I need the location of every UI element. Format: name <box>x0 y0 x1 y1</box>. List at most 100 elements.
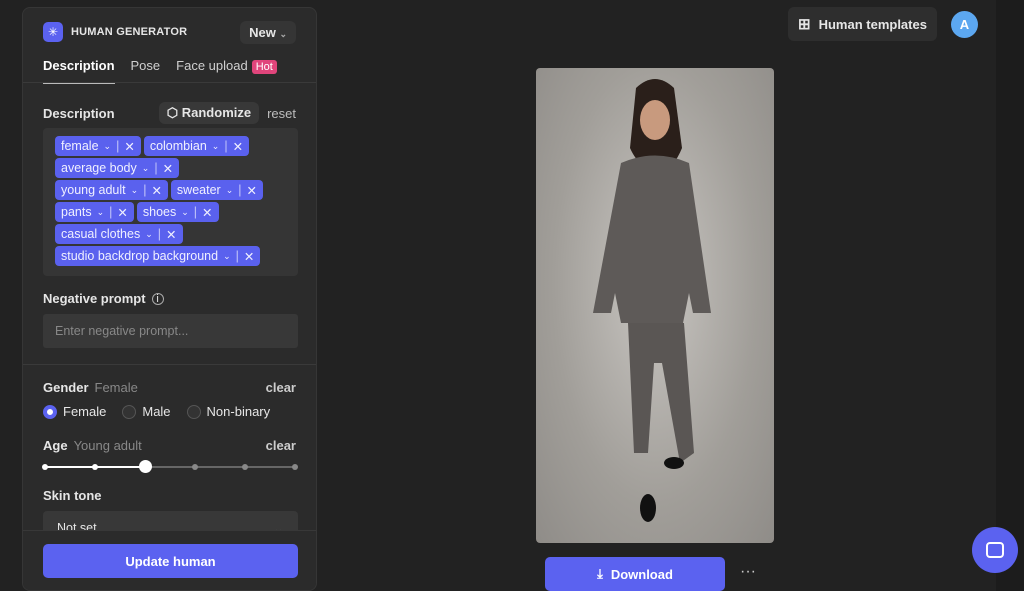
tag-chip[interactable]: colombian ⌄ | ✕ <box>143 136 250 156</box>
age-label: Age Young adult <box>43 438 142 453</box>
person-figure <box>593 79 711 522</box>
new-label: New <box>249 24 276 40</box>
chevron-down-icon: ⌄ <box>279 28 287 39</box>
hot-badge: Hot <box>251 60 277 74</box>
tag-chip[interactable]: sweater ⌄ | ✕ <box>170 180 263 200</box>
remove-tag-icon[interactable]: ✕ <box>163 161 173 176</box>
separator: | <box>143 183 147 197</box>
separator: | <box>238 183 242 197</box>
separator: | <box>157 227 162 241</box>
avatar[interactable]: A <box>951 11 978 38</box>
radio-male[interactable]: Male <box>122 404 171 419</box>
gender-clear-button[interactable]: clear <box>266 380 296 395</box>
separator: | <box>109 205 113 219</box>
generated-human-image <box>536 68 774 543</box>
slider-stop[interactable] <box>242 464 248 470</box>
separator: | <box>154 161 158 175</box>
remove-tag-icon[interactable]: ✕ <box>124 139 134 154</box>
tag-chip[interactable]: casual clothes ⌄ | ✕ <box>55 224 183 244</box>
app-title: HUMAN GENERATOR <box>71 26 188 38</box>
tag-chip[interactable]: shoes ⌄ | ✕ <box>136 202 219 222</box>
chevron-down-icon[interactable]: ⌄ <box>212 141 220 152</box>
download-button[interactable]: ⤓ Download <box>545 557 725 591</box>
tab-face-upload-label: Face upload <box>176 58 248 73</box>
tag-label: casual clothes <box>61 227 141 241</box>
chevron-down-icon[interactable]: ⌄ <box>131 185 139 196</box>
randomize-label: Randomize <box>181 105 252 120</box>
chevron-down-icon[interactable]: ⌄ <box>104 141 112 152</box>
age-value: Young adult <box>73 438 142 453</box>
tag-label: colombian <box>149 139 207 153</box>
tab-description[interactable]: Description <box>43 58 115 84</box>
reset-button[interactable]: reset <box>267 106 296 121</box>
description-label: Description <box>43 105 115 121</box>
download-icon: ⤓ <box>597 566 603 581</box>
negative-prompt-input[interactable]: Enter negative prompt... <box>43 314 298 348</box>
radio-dot <box>186 404 201 419</box>
separator: | <box>224 139 228 153</box>
more-options-button[interactable]: ··· <box>740 563 756 581</box>
slider-stop[interactable] <box>92 464 98 470</box>
age-slider[interactable] <box>42 460 298 473</box>
remove-tag-icon[interactable]: ✕ <box>117 205 127 220</box>
tag-label: average body <box>61 161 137 175</box>
tag-chip[interactable]: female ⌄ | ✕ <box>55 136 141 156</box>
tag-chip[interactable]: studio backdrop background ⌄ | ✕ <box>55 246 261 266</box>
slider-stop[interactable] <box>192 464 198 470</box>
chevron-down-icon[interactable]: ⌄ <box>226 185 234 196</box>
new-dropdown[interactable]: New ⌄ <box>240 20 296 44</box>
slider-stop[interactable] <box>42 464 48 470</box>
remove-tag-icon[interactable]: ✕ <box>166 227 176 242</box>
section-divider <box>23 364 316 365</box>
chevron-down-icon[interactable]: ⌄ <box>181 207 189 218</box>
gender-value: Female <box>94 380 138 395</box>
chat-support-button[interactable] <box>972 527 1018 573</box>
tag-chip[interactable]: young adult ⌄ | ✕ <box>55 180 168 200</box>
gender-label: Gender Female <box>43 380 138 395</box>
tag-chip[interactable]: average body ⌄ | ✕ <box>55 158 180 178</box>
tab-divider <box>23 82 316 83</box>
separator: | <box>235 249 239 263</box>
negative-prompt-label: Negative prompt <box>43 291 146 306</box>
remove-tag-icon[interactable]: ✕ <box>151 183 161 198</box>
tag-label: studio backdrop background <box>61 249 219 263</box>
right-edge <box>996 0 1024 591</box>
tag-label: female <box>61 139 99 153</box>
tag-chip[interactable]: pants ⌄ | ✕ <box>55 202 134 222</box>
info-icon[interactable]: i <box>151 292 164 305</box>
remove-tag-icon[interactable]: ✕ <box>244 249 254 264</box>
chat-icon <box>986 542 1004 558</box>
tab-face-upload[interactable]: Face upload Hot <box>176 58 277 84</box>
human-templates-label: Human templates <box>818 16 927 32</box>
slider-thumb[interactable] <box>139 460 152 473</box>
grid-icon: ⊞ <box>798 16 811 33</box>
tag-label: sweater <box>176 183 221 197</box>
skin-tone-label: Skin tone <box>43 488 102 503</box>
tag-box[interactable]: female ⌄ | ✕ colombian ⌄ | ✕ average body ⌄ | ✕ youn… <box>43 128 298 276</box>
chevron-down-icon[interactable]: ⌄ <box>97 207 105 218</box>
tag-label: shoes <box>142 205 177 219</box>
human-templates-button[interactable]: ⊞ Human templates <box>788 7 937 41</box>
app-logo-icon: ✳ <box>43 22 63 42</box>
update-human-button[interactable]: Update human <box>43 544 298 578</box>
radio-dot <box>122 404 137 419</box>
tag-label: young adult <box>61 183 126 197</box>
radio-female[interactable]: Female <box>43 404 106 419</box>
generator-panel: ✳ HUMAN GENERATOR New ⌄ Description Pose… <box>22 7 317 591</box>
chevron-down-icon[interactable]: ⌄ <box>145 229 153 240</box>
separator: | <box>193 205 198 219</box>
tab-pose[interactable]: Pose <box>131 58 161 84</box>
radio-dot <box>43 404 57 419</box>
remove-tag-icon[interactable]: ✕ <box>233 139 243 154</box>
remove-tag-icon[interactable]: ✕ <box>247 183 257 198</box>
remove-tag-icon[interactable]: ✕ <box>202 205 212 220</box>
separator: | <box>116 139 120 153</box>
tag-label: pants <box>61 205 92 219</box>
chevron-down-icon[interactable]: ⌄ <box>142 163 150 174</box>
radio-non-binary[interactable]: Non-binary <box>186 404 270 419</box>
cube-icon: ⬡ <box>166 105 179 120</box>
age-clear-button[interactable]: clear <box>266 438 296 453</box>
chevron-down-icon[interactable]: ⌄ <box>223 251 231 262</box>
randomize-button[interactable]: ⬡ Randomize <box>158 102 260 124</box>
slider-stop[interactable] <box>292 464 298 470</box>
